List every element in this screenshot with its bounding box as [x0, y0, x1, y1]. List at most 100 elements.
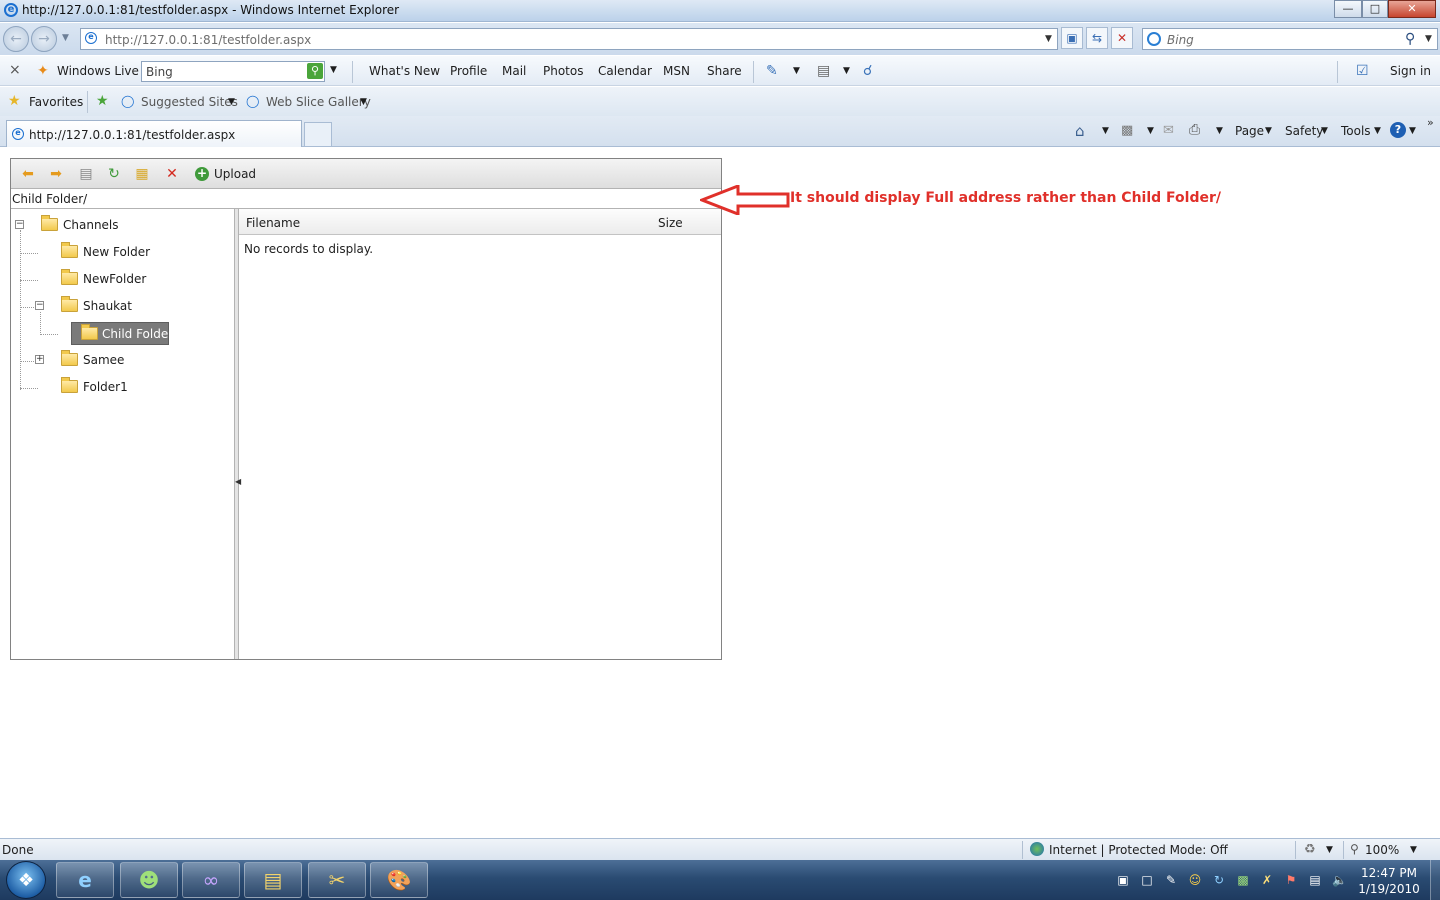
refresh-icon[interactable]: ⇆: [1086, 27, 1108, 49]
column-filename[interactable]: Filename: [246, 216, 300, 230]
tree-node-shaukat[interactable]: Shaukat: [61, 296, 181, 316]
blog-icon[interactable]: ✎: [766, 63, 778, 79]
back-button[interactable]: ←: [3, 26, 29, 52]
address-dropdown-icon[interactable]: ▼: [1045, 34, 1052, 44]
maximize-button[interactable]: □: [1362, 0, 1388, 18]
help-icon[interactable]: ?: [1390, 122, 1406, 138]
tools-menu[interactable]: Tools: [1341, 124, 1371, 138]
tree-node-new-folder[interactable]: New Folder: [61, 242, 181, 262]
safety-menu[interactable]: Safety: [1285, 124, 1323, 138]
tree-node-newfolder[interactable]: NewFolder: [61, 269, 181, 289]
taskbar-paint-button[interactable]: 🎨: [370, 862, 428, 898]
start-button[interactable]: ❖: [6, 861, 46, 899]
wl-link-photos[interactable]: Photos: [543, 64, 583, 78]
taskbar-snipping-button[interactable]: ✂: [308, 862, 366, 898]
taskbar-ie-button[interactable]: e: [56, 862, 114, 898]
tray-app-icon[interactable]: ▣: [1116, 873, 1130, 887]
tray-window-icon[interactable]: □: [1140, 873, 1154, 887]
windows-live-search-input[interactable]: Bing ⚲: [141, 61, 325, 82]
stop-icon[interactable]: ✕: [1111, 27, 1133, 49]
recent-pages-chevron-icon[interactable]: ▼: [62, 33, 69, 43]
open-file-icon[interactable]: ▤: [77, 166, 95, 182]
tree-node-channels[interactable]: Channels: [41, 215, 161, 235]
tray-sync-icon[interactable]: ↻: [1212, 873, 1226, 887]
tray-display-icon[interactable]: ▤: [1308, 873, 1322, 887]
print-icon[interactable]: ⎙: [1189, 122, 1200, 138]
current-path-bar: Child Folder/: [11, 190, 721, 209]
add-to-favorites-icon[interactable]: ★: [96, 93, 109, 109]
expand-samee-toggle[interactable]: +: [35, 355, 44, 364]
form-fill-chevron-icon[interactable]: ▼: [843, 66, 850, 76]
zoom-level[interactable]: 100%: [1365, 843, 1399, 857]
tools-menu-chevron-icon[interactable]: ▼: [1374, 126, 1381, 136]
address-field[interactable]: e http://127.0.0.1:81/testfolder.aspx ▼: [80, 28, 1058, 50]
windows-live-label[interactable]: Windows Live: [57, 64, 139, 78]
windows-live-search-icon[interactable]: ⚲: [307, 63, 323, 79]
compatibility-view-icon[interactable]: ▣: [1061, 27, 1083, 49]
page-menu-chevron-icon[interactable]: ▼: [1265, 126, 1272, 136]
protected-mode-icon[interactable]: ♻: [1304, 842, 1316, 857]
wl-link-mail[interactable]: Mail: [502, 64, 526, 78]
taskbar-explorer-button[interactable]: ▤: [244, 862, 302, 898]
minimize-button[interactable]: —: [1334, 0, 1362, 18]
tree-node-child-folder[interactable]: Child Folder: [71, 322, 173, 345]
page-menu[interactable]: Page: [1235, 124, 1264, 138]
search-icon[interactable]: ⚲: [1405, 31, 1415, 47]
delete-icon[interactable]: ✕: [163, 166, 181, 182]
wl-link-whats-new[interactable]: What's New: [369, 64, 440, 78]
sign-in-link[interactable]: Sign in: [1390, 64, 1431, 78]
translate-icon[interactable]: ☌: [863, 63, 872, 79]
wl-link-msn[interactable]: MSN: [663, 64, 690, 78]
zoom-chevron-icon[interactable]: ▼: [1410, 845, 1417, 855]
collapse-shaukat-toggle[interactable]: −: [35, 301, 44, 310]
tree-node-folder1[interactable]: Folder1: [61, 377, 181, 397]
windows-live-search-chevron-icon[interactable]: ▼: [330, 65, 337, 75]
tray-network-icon[interactable]: ▩: [1236, 873, 1250, 887]
print-chevron-icon[interactable]: ▼: [1216, 126, 1223, 136]
system-clock[interactable]: 12:47 PM 1/19/2010: [1352, 865, 1426, 897]
back-arrow-icon[interactable]: ⬅: [19, 166, 37, 182]
search-field[interactable]: Bing ⚲ ▼: [1142, 28, 1438, 50]
home-chevron-icon[interactable]: ▼: [1102, 126, 1109, 136]
tray-volume-muted-icon[interactable]: 🔈: [1332, 873, 1347, 887]
tab-testfolder[interactable]: e http://127.0.0.1:81/testfolder.aspx: [6, 120, 302, 147]
new-tab-button[interactable]: [304, 122, 332, 146]
taskbar-visual-studio-button[interactable]: ∞: [182, 862, 240, 898]
web-slice-gallery-link[interactable]: Web Slice Gallery: [266, 95, 371, 109]
security-zone[interactable]: Internet | Protected Mode: Off: [1049, 843, 1228, 857]
wl-link-profile[interactable]: Profile: [450, 64, 487, 78]
tray-tools-icon[interactable]: ✗: [1260, 873, 1274, 887]
wl-link-share[interactable]: Share: [707, 64, 742, 78]
new-folder-icon[interactable]: ▦: [133, 166, 151, 182]
read-mail-icon[interactable]: ✉: [1163, 123, 1174, 138]
suggested-sites-chevron-icon[interactable]: ▼: [228, 97, 235, 107]
close-button[interactable]: ✕: [1388, 0, 1436, 18]
refresh-folder-icon[interactable]: ↻: [105, 166, 123, 182]
column-size[interactable]: Size: [658, 216, 683, 230]
tray-flag-icon[interactable]: ⚑: [1284, 873, 1298, 887]
favorites-button[interactable]: Favorites: [29, 95, 83, 109]
more-commands-icon[interactable]: »: [1427, 116, 1434, 129]
web-slice-chevron-icon[interactable]: ▼: [360, 97, 367, 107]
search-options-chevron-icon[interactable]: ▼: [1425, 34, 1432, 44]
taskbar-users-button[interactable]: ☻: [120, 862, 178, 898]
show-desktop-button[interactable]: [1430, 860, 1440, 900]
suggested-sites-link[interactable]: Suggested Sites: [141, 95, 238, 109]
tray-messenger-icon[interactable]: ☺: [1188, 873, 1202, 887]
home-icon[interactable]: ⌂: [1075, 122, 1085, 140]
help-chevron-icon[interactable]: ▼: [1409, 126, 1416, 136]
tree-node-samee[interactable]: Samee: [61, 350, 181, 370]
safety-menu-chevron-icon[interactable]: ▼: [1321, 126, 1328, 136]
feeds-icon[interactable]: ▩: [1121, 123, 1133, 138]
blog-chevron-icon[interactable]: ▼: [793, 66, 800, 76]
protected-mode-chevron-icon[interactable]: ▼: [1326, 845, 1333, 855]
forward-button[interactable]: →: [31, 26, 57, 52]
wl-link-calendar[interactable]: Calendar: [598, 64, 652, 78]
close-toolbar-icon[interactable]: ×: [9, 62, 21, 78]
upload-button[interactable]: Upload: [214, 167, 256, 181]
tray-onenote-icon[interactable]: ✎: [1164, 873, 1178, 887]
feeds-chevron-icon[interactable]: ▼: [1147, 126, 1154, 136]
form-fill-icon[interactable]: ▤: [817, 63, 830, 79]
collapse-channels-toggle[interactable]: −: [15, 220, 24, 229]
forward-arrow-icon[interactable]: ➡: [47, 166, 65, 182]
